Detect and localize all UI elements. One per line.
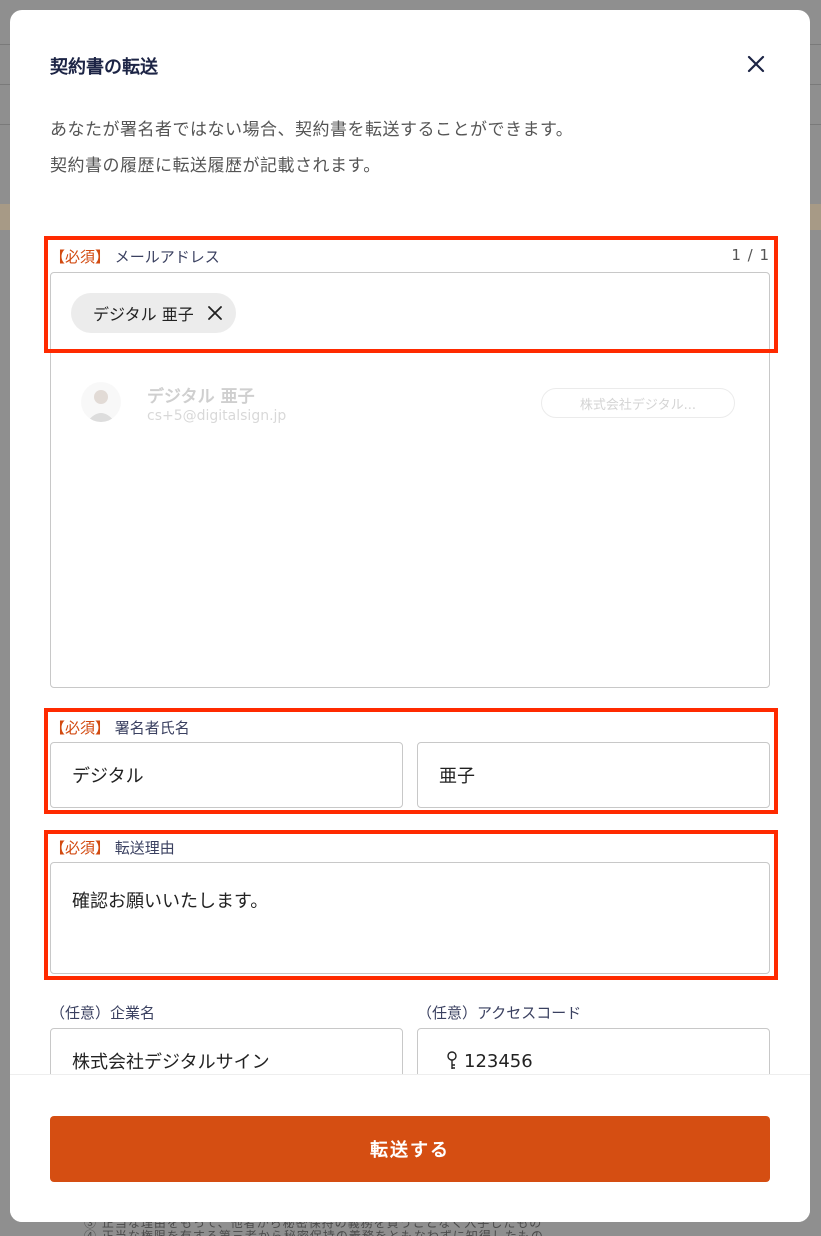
suggestion-email: cs+5@digitalsign.jp xyxy=(147,408,287,424)
last-name-input[interactable]: デジタル xyxy=(50,742,403,808)
signer-name-label: 【必須】 署名者氏名 xyxy=(50,717,190,738)
description-line: 契約書の履歴に転送履歴が記載されます。 xyxy=(50,156,381,176)
remove-recipient-button[interactable] xyxy=(206,304,224,322)
access-code-value: 123456 xyxy=(464,1050,533,1072)
access-code-label: （任意）アクセスコード xyxy=(417,1004,582,1022)
contact-suggestion[interactable]: デジタル 亜子 cs+5@digitalsign.jp 株式会社デジタル... xyxy=(81,378,751,428)
modal-footer: 転送する xyxy=(10,1074,810,1222)
forward-reason-textarea[interactable]: 確認お願いいたします。 xyxy=(50,862,770,974)
company-name-label: （任意）企業名 xyxy=(50,1004,156,1022)
email-input-area[interactable]: デジタル 亜子 デジタル 亜子 cs+5@digitalsign.jp 株式会社… xyxy=(50,272,770,688)
suggestion-company-badge: 株式会社デジタル... xyxy=(541,388,735,418)
forward-contract-modal: 契約書の転送 あなたが署名者ではない場合、契約書を転送することができます。 契約… xyxy=(10,10,810,1222)
close-icon xyxy=(207,306,222,320)
close-button[interactable] xyxy=(742,50,770,78)
forward-submit-button[interactable]: 転送する xyxy=(50,1116,770,1182)
email-dropdown-divider xyxy=(51,351,769,352)
suggestion-name: デジタル 亜子 xyxy=(147,387,255,407)
required-tag: 【必須】 xyxy=(50,839,111,857)
forward-reason-label-text: 転送理由 xyxy=(114,839,175,857)
recipient-chip[interactable]: デジタル 亜子 xyxy=(71,293,236,333)
description-line: あなたが署名者ではない場合、契約書を転送することができます。 xyxy=(50,120,574,140)
modal-title: 契約書の転送 xyxy=(50,57,158,78)
email-label-text: メールアドレス xyxy=(114,248,220,266)
recipient-chip-label: デジタル 亜子 xyxy=(93,305,194,324)
forward-reason-label: 【必須】 転送理由 xyxy=(50,837,175,858)
email-field-label: 【必須】 メールアドレス xyxy=(50,246,220,267)
required-tag: 【必須】 xyxy=(50,719,111,737)
background-text: ④ 正当な権限を有する第三者から秘密保持の義務をともなわずに知得したもの xyxy=(84,1229,544,1236)
required-tag: 【必須】 xyxy=(50,248,111,266)
avatar xyxy=(81,382,121,422)
person-icon xyxy=(87,390,115,422)
key-icon xyxy=(446,1051,458,1071)
email-counter: 1 / 1 xyxy=(731,246,770,264)
close-icon xyxy=(747,55,765,73)
first-name-input[interactable]: 亜子 xyxy=(417,742,770,808)
signer-name-label-text: 署名者氏名 xyxy=(114,719,190,737)
modal-description: あなたが署名者ではない場合、契約書を転送することができます。 契約書の履歴に転送… xyxy=(50,112,573,184)
